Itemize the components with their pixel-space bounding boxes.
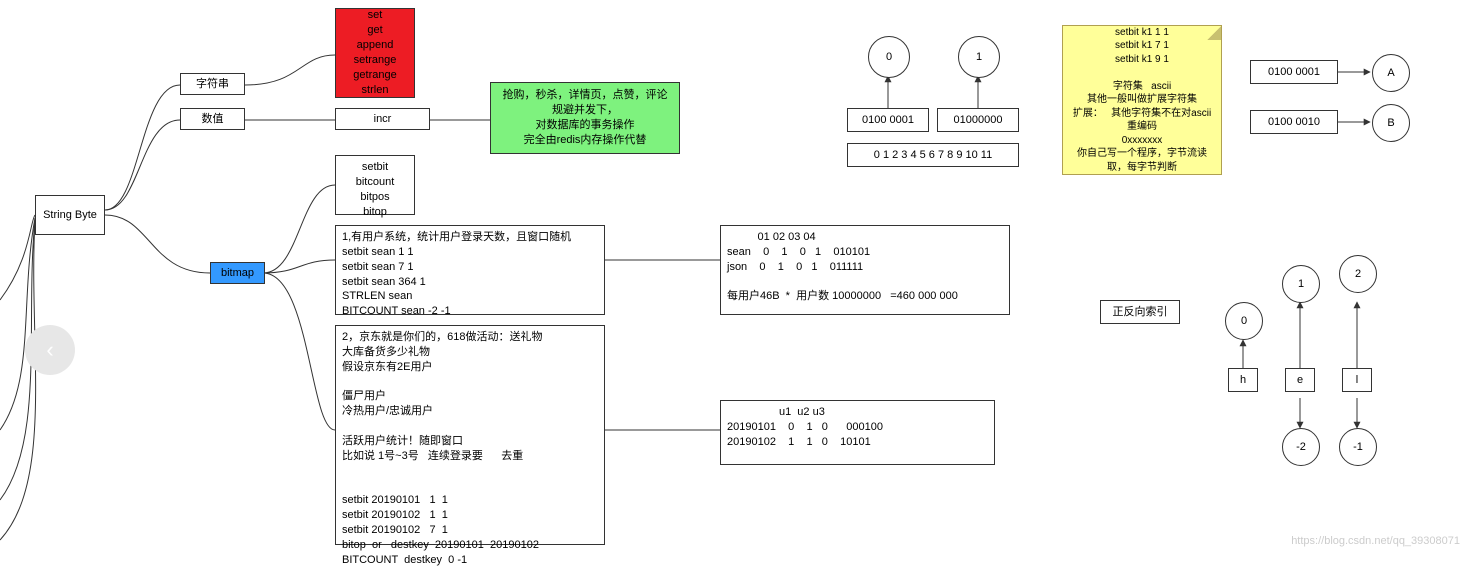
sticky-note: setbit k1 1 1 setbit k1 7 1 setbit k1 9 … xyxy=(1062,25,1222,175)
node-bitmap-ex1: 1,有用户系统，统计用户登录天数，且窗口随机 setbit sean 1 1 s… xyxy=(335,225,605,315)
circle-0: 0 xyxy=(868,36,910,78)
node-string: 字符串 xyxy=(180,73,245,95)
back-button[interactable]: ‹ xyxy=(25,325,75,375)
chevron-left-icon: ‹ xyxy=(46,337,53,363)
watermark: https://blog.csdn.net/qq_39308071 xyxy=(1291,535,1460,547)
node-bitmap-ex2: 2，京东就是你们的，618做活动：送礼物 大库备货多少礼物 假设京东有2E用户 … xyxy=(335,325,605,545)
node-green-note: 抢购，秒杀，详情页，点赞，评论 规避并发下， 对数据库的事务操作 完全由redi… xyxy=(490,82,680,154)
idx-e: e xyxy=(1285,368,1315,392)
node-incr: incr xyxy=(335,108,430,130)
byte0: 0100 0001 xyxy=(847,108,929,132)
idx-m1: -1 xyxy=(1339,428,1377,466)
idx-0: 0 xyxy=(1225,302,1263,340)
idx-2: 2 xyxy=(1339,255,1377,293)
node-bit-ops: setbit bitcount bitpos bitop xyxy=(335,155,415,215)
map-a-bits: 0100 0001 xyxy=(1250,60,1338,84)
node-number: 数值 xyxy=(180,108,245,130)
node-red-ops: set get append setrange getrange strlen xyxy=(335,8,415,98)
idx-m2: -2 xyxy=(1282,428,1320,466)
idx-1: 1 xyxy=(1282,265,1320,303)
byte1: 01000000 xyxy=(937,108,1019,132)
map-a-char: A xyxy=(1372,54,1410,92)
circle-1: 1 xyxy=(958,36,1000,78)
idx-h: h xyxy=(1228,368,1258,392)
map-b-char: B xyxy=(1372,104,1410,142)
map-b-bits: 0100 0010 xyxy=(1250,110,1338,134)
node-bitmap-ex2-out: u1 u2 u3 20190101 0 1 0 000100 20190102 … xyxy=(720,400,995,465)
idx-l: l xyxy=(1342,368,1372,392)
byte-index: 0 1 2 3 4 5 6 7 8 9 10 11 xyxy=(847,143,1019,167)
node-string-byte: String Byte xyxy=(35,195,105,235)
index-title: 正反向索引 xyxy=(1100,300,1180,324)
node-bitmap: bitmap xyxy=(210,262,265,284)
node-bitmap-ex1-out: 01 02 03 04 sean 0 1 0 1 010101 json 0 1… xyxy=(720,225,1010,315)
